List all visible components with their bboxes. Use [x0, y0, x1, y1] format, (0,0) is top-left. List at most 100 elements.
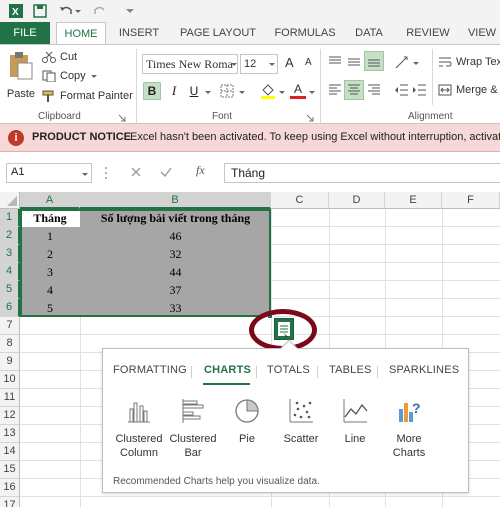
row-header-9[interactable]: 9	[0, 353, 20, 371]
name-box[interactable]: A1	[6, 163, 92, 183]
column-header-f[interactable]: F	[442, 192, 500, 209]
format-painter-button[interactable]: Format Painter	[42, 90, 133, 102]
formula-bar-grip[interactable]	[104, 166, 108, 180]
italic-button[interactable]: I	[166, 82, 182, 100]
row-header-15[interactable]: 15	[0, 461, 20, 479]
shrink-font-button[interactable]: A	[305, 57, 312, 68]
tab-insert[interactable]: INSERT	[114, 22, 164, 44]
column-header-d[interactable]: D	[329, 192, 385, 209]
row-header-8[interactable]: 8	[0, 335, 20, 353]
tab-formulas[interactable]: FORMULAS	[270, 22, 340, 44]
align-top-icon[interactable]	[327, 54, 343, 73]
cell-a5[interactable]: 4	[20, 281, 80, 299]
row-header-12[interactable]: 12	[0, 407, 20, 425]
cell-b6[interactable]: 33	[80, 299, 271, 317]
save-icon[interactable]	[32, 3, 48, 19]
customize-qat-icon[interactable]	[122, 3, 138, 19]
cell-a1[interactable]: Tháng	[20, 209, 80, 227]
insert-function-button[interactable]: fx	[196, 163, 205, 178]
row-header-3[interactable]: 3	[0, 245, 20, 263]
cancel-icon[interactable]	[130, 166, 142, 181]
grow-font-button[interactable]: A	[285, 55, 294, 70]
orientation-dropdown-icon[interactable]	[412, 58, 420, 70]
column-header-a[interactable]: A	[20, 192, 80, 209]
qa-more-charts[interactable]: ? More Charts	[383, 397, 435, 460]
row-header-6[interactable]: 6	[0, 299, 20, 317]
cell-b4[interactable]: 44	[80, 263, 271, 281]
font-name-dropdown-icon[interactable]	[230, 59, 238, 71]
borders-dropdown-icon[interactable]	[238, 87, 246, 99]
row-header-17[interactable]: 17	[0, 497, 20, 507]
row-header-7[interactable]: 7	[0, 317, 20, 335]
row-header-16[interactable]: 16	[0, 479, 20, 497]
tab-data[interactable]: DATA	[346, 22, 392, 44]
tab-file[interactable]: FILE	[0, 22, 50, 44]
decrease-indent-icon[interactable]	[394, 82, 410, 101]
enter-icon[interactable]	[160, 166, 172, 181]
align-center-icon[interactable]	[344, 80, 364, 100]
tab-review[interactable]: REVIEW	[400, 22, 456, 44]
tab-home[interactable]: HOME	[56, 22, 106, 45]
align-left-icon[interactable]	[327, 82, 343, 101]
borders-icon[interactable]	[220, 84, 234, 101]
column-header-c[interactable]: C	[271, 192, 329, 209]
fill-color-icon[interactable]	[260, 82, 276, 103]
row-header-13[interactable]: 13	[0, 425, 20, 443]
merge-button[interactable]: Merge &	[438, 83, 498, 97]
row-header-11[interactable]: 11	[0, 389, 20, 407]
cell-a2[interactable]: 1	[20, 227, 80, 245]
row-header-14[interactable]: 14	[0, 443, 20, 461]
cell-a6[interactable]: 5	[20, 299, 80, 317]
wrap-text-button[interactable]: Wrap Tex	[438, 55, 500, 69]
qa-tab-sparklines[interactable]: SPARKLINES	[389, 364, 459, 376]
cell-a4[interactable]: 3	[20, 263, 80, 281]
cell-b5[interactable]: 37	[80, 281, 271, 299]
font-name-box[interactable]: Times New Roma	[142, 54, 238, 74]
tab-view[interactable]: VIEW	[462, 22, 500, 44]
qa-line[interactable]: Line	[329, 397, 381, 446]
qa-scatter[interactable]: Scatter	[275, 397, 327, 446]
fill-color-dropdown-icon[interactable]	[278, 87, 286, 99]
copy-button[interactable]: Copy	[42, 70, 98, 82]
qa-tab-formatting[interactable]: FORMATTING	[113, 364, 187, 376]
orientation-icon[interactable]	[394, 54, 410, 73]
increase-indent-icon[interactable]	[412, 82, 428, 101]
qa-pie[interactable]: Pie	[221, 397, 273, 446]
row-header-4[interactable]: 4	[0, 263, 20, 281]
qa-clustered-column[interactable]: Clustered Column	[113, 397, 165, 460]
cell-a3[interactable]: 2	[20, 245, 80, 263]
underline-button[interactable]: U	[186, 82, 202, 100]
select-all-corner[interactable]	[0, 192, 20, 209]
row-header-10[interactable]: 10	[0, 371, 20, 389]
qa-tab-charts[interactable]: CHARTS	[204, 364, 251, 376]
quick-analysis-button[interactable]	[274, 318, 294, 340]
align-middle-icon[interactable]	[346, 54, 362, 73]
align-bottom-icon[interactable]	[364, 51, 384, 71]
row-header-5[interactable]: 5	[0, 281, 20, 299]
cell-b3[interactable]: 32	[80, 245, 271, 263]
undo-dropdown-icon[interactable]	[74, 3, 82, 19]
cell-b1[interactable]: Số lượng bài viết trong tháng	[80, 209, 271, 227]
cell-b2[interactable]: 46	[80, 227, 271, 245]
cut-button[interactable]: Cut	[42, 51, 77, 63]
bold-button[interactable]: B	[143, 82, 161, 100]
qa-tab-tables[interactable]: TABLES	[329, 364, 372, 376]
qa-tab-totals[interactable]: TOTALS	[267, 364, 310, 376]
tab-page-layout[interactable]: PAGE LAYOUT	[172, 22, 264, 44]
row-header-2[interactable]: 2	[0, 227, 20, 245]
clipboard-launcher-icon[interactable]	[118, 113, 126, 122]
underline-dropdown-icon[interactable]	[204, 87, 212, 99]
qa-clustered-bar[interactable]: Clustered Bar	[167, 397, 219, 460]
column-header-b[interactable]: B	[80, 192, 271, 209]
formula-input[interactable]: Tháng	[224, 163, 500, 183]
row-header-1[interactable]: 1	[0, 209, 20, 227]
font-size-dropdown-icon[interactable]	[268, 59, 276, 71]
undo-icon[interactable]	[58, 3, 74, 19]
name-box-dropdown-icon[interactable]	[81, 169, 89, 181]
paste-button[interactable]: Paste	[6, 51, 36, 107]
redo-icon[interactable]	[92, 3, 108, 19]
font-launcher-icon[interactable]	[306, 113, 314, 122]
font-color-button[interactable]: A	[290, 82, 306, 100]
align-right-icon[interactable]	[366, 82, 382, 101]
font-color-dropdown-icon[interactable]	[308, 87, 316, 99]
